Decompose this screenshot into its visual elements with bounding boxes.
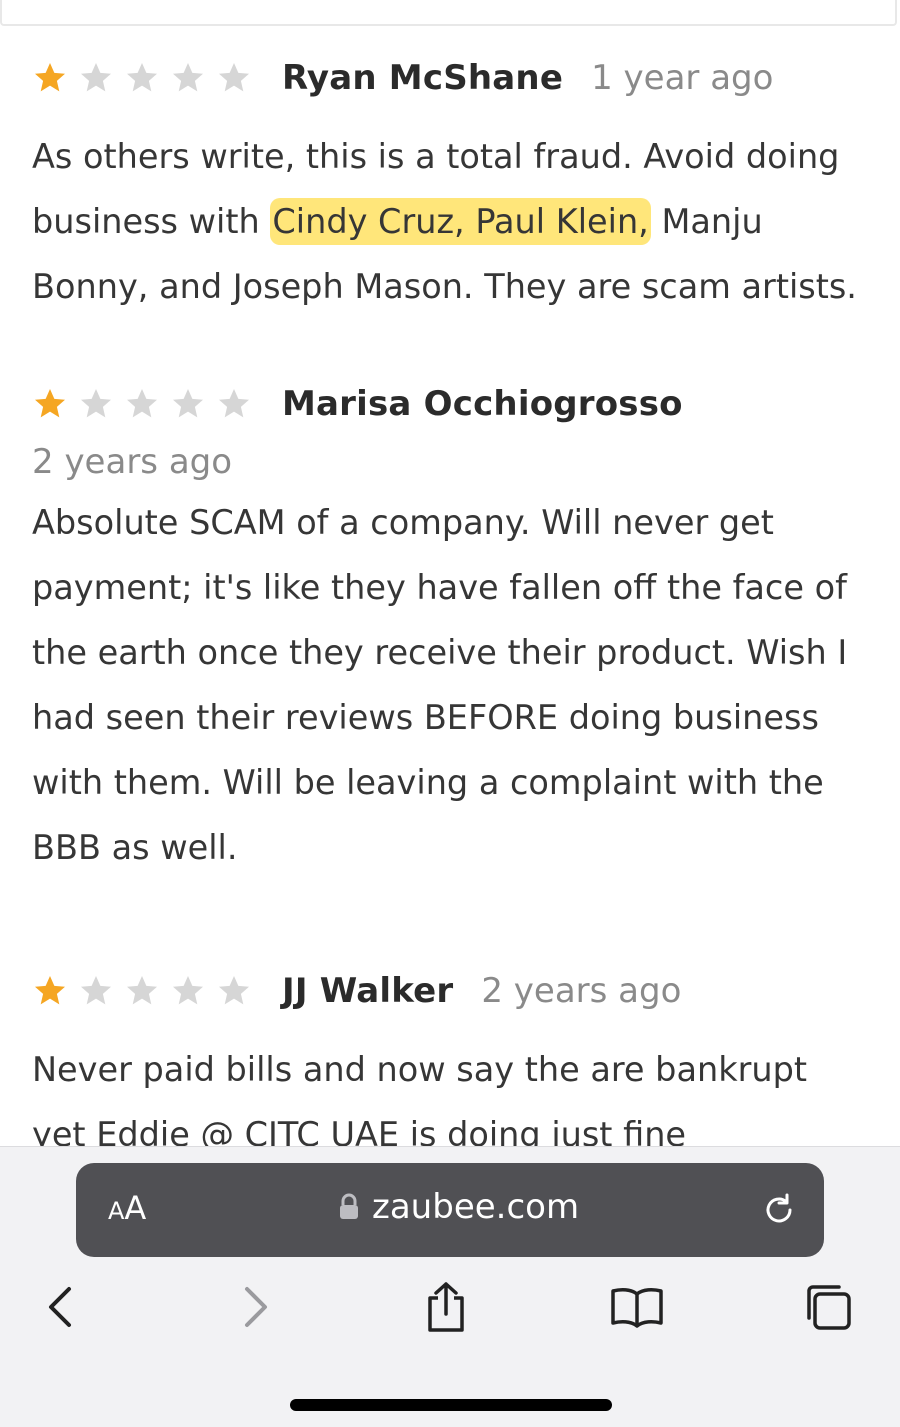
review-line: Absolute SCAM of a company. Will never g… [32,503,774,542]
review-text: Manju [650,202,763,241]
browser-bottom-bar: AA zaubee.com [0,1146,900,1427]
url-text: zaubee.com [372,1187,580,1227]
review-line: the earth once they receive their produc… [32,633,848,672]
star-empty-icon [81,389,111,418]
review-body: As others write, this is a total fraud. … [32,124,877,319]
star-empty-icon [81,976,111,1005]
browser-toolbar [0,1277,900,1343]
review-header: Marisa Occhiogrosso [32,374,877,434]
review-card: Ryan McShane 1 year ago As others write,… [32,48,877,319]
address-bar[interactable]: AA zaubee.com [76,1163,824,1257]
star-empty-icon [219,976,249,1005]
star-empty-icon [127,389,157,418]
star-empty-icon [127,63,157,92]
url-display[interactable]: zaubee.com [338,1187,579,1227]
back-button[interactable] [30,1277,90,1337]
reload-icon[interactable] [760,1191,798,1229]
bookmarks-button[interactable] [607,1277,667,1337]
review-header: Ryan McShane 1 year ago [32,48,877,108]
review-line: with them. Will be leaving a complaint w… [32,763,824,802]
highlighted-names: Cindy Cruz, Paul Klein, [270,198,651,245]
lock-icon [340,1193,358,1219]
star-empty-icon [127,976,157,1005]
star-empty-icon [173,63,203,92]
chevron-right-icon [245,1287,267,1327]
previous-review-card-edge [0,0,897,26]
review-body: Never paid bills and now say the are ban… [32,1037,877,1146]
review-card: Marisa Occhiogrosso 2 years ago Absolute… [32,374,877,880]
review-line: yet Eddie @ CITC UAE is doing just fine [32,1115,687,1146]
forward-button[interactable] [226,1277,286,1337]
home-indicator[interactable] [290,1399,612,1411]
review-line: Never paid bills and now say the are ban… [32,1050,808,1089]
star-rating [32,386,252,422]
star-empty-icon [219,63,249,92]
reader-label-small: A [108,1197,125,1225]
star-rating [32,973,252,1009]
tabs-icon [807,1285,851,1330]
star-empty-icon [173,389,203,418]
star-filled-icon [35,63,65,92]
star-empty-icon [81,63,111,92]
review-line: business with Cindy Cruz, Paul Klein, Ma… [32,189,877,254]
review-header: JJ Walker 2 years ago [32,961,877,1021]
book-icon [611,1288,663,1328]
star-rating [32,60,252,96]
review-author: JJ Walker [282,971,454,1011]
star-empty-icon [173,976,203,1005]
share-button[interactable] [416,1277,476,1337]
reader-label-big: A [124,1189,147,1227]
review-time: 2 years ago [32,442,233,482]
star-empty-icon [219,389,249,418]
review-card: JJ Walker 2 years ago Never paid bills a… [32,961,877,1146]
review-time: 1 year ago [591,58,774,98]
star-filled-icon [35,389,65,418]
review-line: Bonny, and Joseph Mason. They are scam a… [32,267,857,306]
review-author: Marisa Occhiogrosso [282,384,683,424]
review-line: had seen their reviews BEFORE doing busi… [32,698,819,737]
star-filled-icon [35,976,65,1005]
review-line: BBB as well. [32,828,238,867]
review-time: 2 years ago [481,971,682,1011]
review-author: Ryan McShane [282,58,564,98]
share-icon [428,1282,464,1332]
review-body: Absolute SCAM of a company. Will never g… [32,490,877,880]
review-line: payment; it's like they have fallen off … [32,568,847,607]
review-text: business with [32,202,271,241]
chevron-left-icon [49,1287,71,1327]
reader-view-button[interactable]: AA [108,1189,146,1227]
review-line: As others write, this is a total fraud. … [32,137,840,176]
tabs-button[interactable] [798,1277,858,1337]
